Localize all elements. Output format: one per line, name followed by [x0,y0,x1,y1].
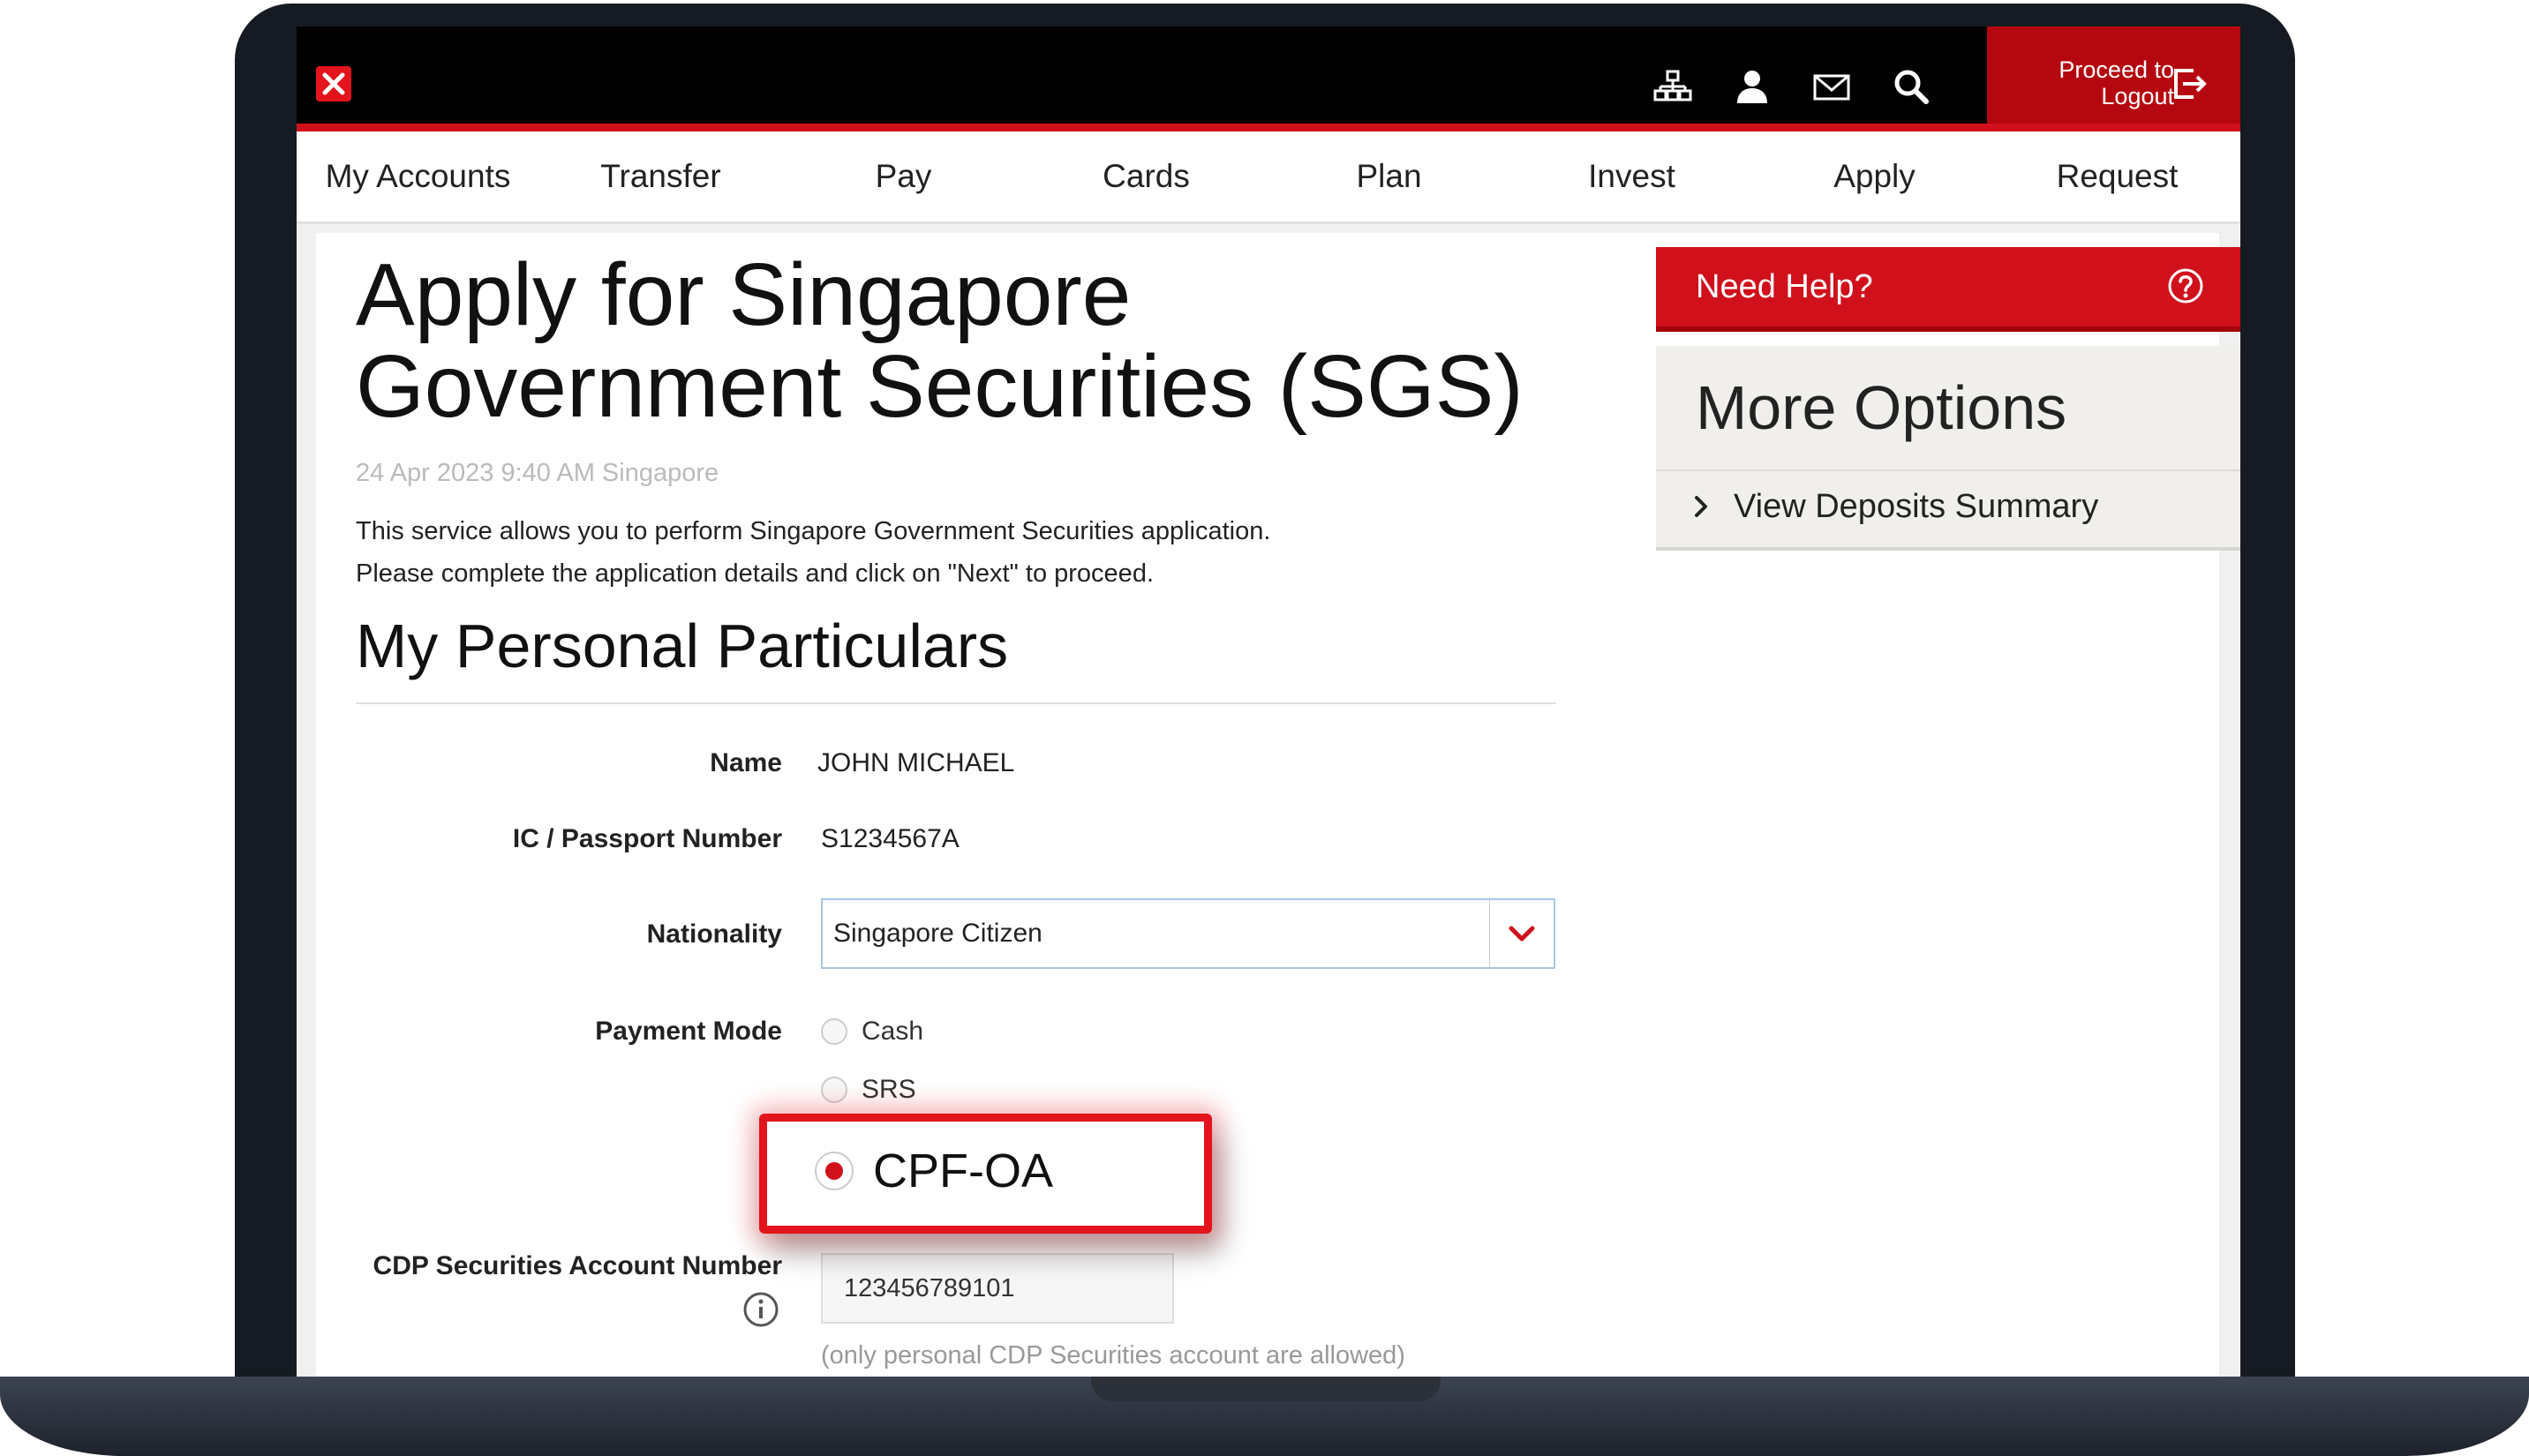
info-icon[interactable] [741,1290,780,1329]
payment-mode-label: Payment Mode [595,1017,782,1046]
nav-transfer[interactable]: Transfer [539,131,782,221]
nav-invest[interactable]: Invest [1510,131,1753,221]
radio-cash-label: Cash [862,1017,924,1046]
nationality-selected-value: Singapore Citizen [833,919,1042,948]
chevron-right-icon [1691,494,1712,519]
mail-icon[interactable] [1811,66,1852,107]
bank-logo-icon[interactable] [316,66,351,101]
logout-label: Proceed to Logout [2033,56,2174,109]
section-title: My Personal Particulars [356,612,1009,680]
browser-screen: Proceed to Logout My Accounts Transfer P… [297,26,2240,1377]
section-divider [356,702,1556,704]
chevron-down-icon[interactable] [1489,900,1554,967]
payment-option-cpf-oa[interactable]: CPF-OA [759,1114,1212,1234]
nav-apply[interactable]: Apply [1753,131,1996,221]
intro-line1: This service allows you to perform Singa… [356,517,1271,545]
cdp-account-label: CDP Securities Account Number [373,1251,782,1280]
timestamp: 24 Apr 2023 9:40 AM Singapore [356,459,719,487]
sitemap-icon[interactable] [1652,66,1693,107]
main-navigation: My Accounts Transfer Pay Cards Plan Inve… [297,131,2240,224]
radio-cpf-oa-selected[interactable] [815,1152,854,1190]
top-header-bar: Proceed to Logout [297,26,2240,131]
logout-label-line2: Logout [2101,83,2174,109]
intro-line2: Please complete the application details … [356,559,1154,588]
radio-cash[interactable] [821,1018,847,1045]
cdp-account-input[interactable]: 123456789101 [821,1253,1174,1324]
page-title: Apply for Singapore Government Securitie… [356,249,1609,432]
laptop-notch [1091,1377,1441,1401]
nationality-select[interactable]: Singapore Citizen [821,898,1555,969]
name-value: JOHN MICHAEL [817,748,1015,777]
logout-label-line1: Proceed to [2059,56,2174,83]
more-options-divider [1656,469,2240,471]
cdp-account-hint: (only personal CDP Securities account ar… [821,1341,1405,1370]
intro-text: This service allows you to perform Singa… [356,510,1270,595]
need-help-button[interactable]: Need Help? [1656,247,2240,332]
user-icon[interactable] [1732,66,1773,107]
ic-passport-label: IC / Passport Number [512,824,782,853]
name-label: Name [710,748,782,777]
more-options-panel: More Options View Deposits Summary [1656,346,2240,551]
logout-button[interactable]: Proceed to Logout [1987,26,2240,124]
search-icon[interactable] [1891,66,1931,107]
more-options-title: More Options [1696,373,2067,442]
logout-icon [2169,64,2209,104]
nav-plan[interactable]: Plan [1268,131,1510,221]
view-deposits-summary-label: View Deposits Summary [1734,488,2099,525]
need-help-label: Need Help? [1696,268,1873,305]
radio-cpf-oa-label: CPF-OA [873,1145,1054,1197]
nav-request[interactable]: Request [1996,131,2239,221]
nav-pay[interactable]: Pay [782,131,1025,221]
radio-srs-label: SRS [862,1075,916,1104]
page-title-line2: Government Securities (SGS) [356,337,1524,436]
radio-srs[interactable] [821,1077,847,1103]
page-title-line1: Apply for Singapore [356,245,1132,344]
nav-my-accounts[interactable]: My Accounts [297,131,539,221]
ic-passport-value: S1234567A [821,824,960,853]
question-icon [2166,266,2205,305]
nav-cards[interactable]: Cards [1025,131,1268,221]
nationality-label: Nationality [646,919,782,949]
